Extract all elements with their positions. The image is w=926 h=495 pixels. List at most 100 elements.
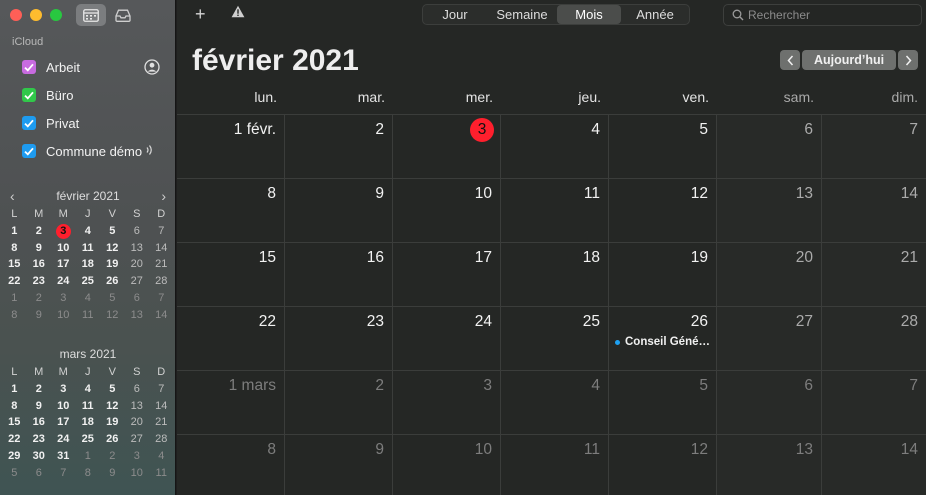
mini-day[interactable]: 2 bbox=[27, 381, 52, 398]
day-cell[interactable]: 14 bbox=[822, 179, 926, 243]
mini-day[interactable]: 11 bbox=[76, 398, 101, 415]
mini-day[interactable]: 23 bbox=[27, 431, 52, 448]
day-cell[interactable]: 18 bbox=[501, 243, 609, 307]
search-field[interactable] bbox=[723, 4, 922, 26]
view-tab[interactable]: Année bbox=[621, 5, 689, 24]
close-window-button[interactable] bbox=[10, 9, 22, 21]
mini-day[interactable]: 18 bbox=[76, 256, 101, 273]
mini-day[interactable]: 27 bbox=[125, 273, 150, 290]
mini-day[interactable]: 13 bbox=[125, 307, 150, 324]
mini-day[interactable]: 24 bbox=[51, 431, 76, 448]
mini-day[interactable]: 12 bbox=[100, 307, 125, 324]
day-cell[interactable]: 9 bbox=[285, 435, 393, 495]
mini-day[interactable]: 1 bbox=[2, 381, 27, 398]
mini-day[interactable]: 8 bbox=[2, 240, 27, 257]
mini-day[interactable]: 5 bbox=[100, 223, 125, 240]
mini-day[interactable]: 4 bbox=[76, 381, 101, 398]
mini-day[interactable]: 6 bbox=[125, 290, 150, 307]
day-cell[interactable]: 19 bbox=[609, 243, 717, 307]
mini-day[interactable]: 7 bbox=[149, 381, 174, 398]
mini-day[interactable]: 2 bbox=[100, 448, 125, 465]
mini-day[interactable]: 10 bbox=[51, 307, 76, 324]
mini-day[interactable]: 5 bbox=[100, 290, 125, 307]
mini-day[interactable]: 1 bbox=[76, 448, 101, 465]
mini-day[interactable]: 8 bbox=[2, 398, 27, 415]
mini-day[interactable]: 27 bbox=[125, 431, 150, 448]
mini-day[interactable]: 15 bbox=[2, 414, 27, 431]
mini-day[interactable]: 2 bbox=[27, 290, 52, 307]
mini-day[interactable]: 15 bbox=[2, 256, 27, 273]
view-tab[interactable]: Semaine bbox=[487, 5, 557, 24]
day-cell[interactable]: 7 bbox=[822, 371, 926, 435]
mini-day[interactable]: 20 bbox=[125, 256, 150, 273]
view-tab[interactable]: Mois bbox=[557, 5, 621, 24]
mini-day[interactable]: 3 bbox=[51, 381, 76, 398]
mini-day[interactable]: 4 bbox=[149, 448, 174, 465]
calendar-checkbox[interactable] bbox=[22, 88, 36, 102]
mini-day[interactable]: 28 bbox=[149, 273, 174, 290]
mini-day[interactable]: 9 bbox=[100, 465, 125, 482]
day-cell[interactable]: 9 bbox=[285, 179, 393, 243]
mini-day[interactable]: 16 bbox=[27, 414, 52, 431]
mini-day[interactable]: 3 bbox=[51, 223, 76, 240]
mini-day[interactable]: 13 bbox=[125, 240, 150, 257]
day-cell[interactable]: 20 bbox=[717, 243, 822, 307]
day-cell[interactable]: 17 bbox=[393, 243, 501, 307]
mini-day[interactable]: 13 bbox=[125, 398, 150, 415]
day-cell[interactable]: 6 bbox=[717, 115, 822, 179]
mini-day[interactable]: 10 bbox=[51, 398, 76, 415]
day-cell[interactable]: 23 bbox=[285, 307, 393, 371]
day-cell[interactable]: 4 bbox=[501, 371, 609, 435]
mini-day[interactable]: 17 bbox=[51, 256, 76, 273]
day-cell[interactable]: 27 bbox=[717, 307, 822, 371]
mini-day[interactable]: 22 bbox=[2, 431, 27, 448]
day-cell[interactable]: 26 Conseil Géné… bbox=[609, 307, 717, 371]
day-cell[interactable]: 14 bbox=[822, 435, 926, 495]
maximize-window-button[interactable] bbox=[50, 9, 62, 21]
mini-day[interactable]: 9 bbox=[27, 398, 52, 415]
mini-day[interactable]: 16 bbox=[27, 256, 52, 273]
day-cell[interactable]: 13 bbox=[717, 435, 822, 495]
person-circle-icon[interactable] bbox=[144, 59, 160, 78]
mini-day[interactable]: 6 bbox=[125, 223, 150, 240]
mini-day[interactable]: 19 bbox=[100, 256, 125, 273]
day-cell[interactable]: 12 bbox=[609, 435, 717, 495]
day-cell[interactable]: 16 bbox=[285, 243, 393, 307]
mini-day[interactable]: 3 bbox=[51, 290, 76, 307]
mini-day[interactable]: 18 bbox=[76, 414, 101, 431]
mini-day[interactable]: 11 bbox=[149, 465, 174, 482]
calendar-list-toggle-button[interactable] bbox=[76, 4, 106, 26]
calendar-item[interactable]: Commune démo bbox=[22, 141, 168, 161]
mini-prev-month-chevron-icon[interactable]: ‹ bbox=[10, 186, 15, 206]
day-cell[interactable]: 28 bbox=[822, 307, 926, 371]
mini-day[interactable]: 5 bbox=[2, 465, 27, 482]
day-cell[interactable]: 6 bbox=[717, 371, 822, 435]
mini-day[interactable]: 21 bbox=[149, 256, 174, 273]
mini-day[interactable]: 3 bbox=[125, 448, 150, 465]
view-tab[interactable]: Jour bbox=[423, 5, 487, 24]
mini-day[interactable]: 19 bbox=[100, 414, 125, 431]
mini-day[interactable]: 1 bbox=[2, 290, 27, 307]
next-month-button[interactable] bbox=[898, 50, 918, 70]
day-cell[interactable]: 10 bbox=[393, 179, 501, 243]
mini-day[interactable]: 8 bbox=[76, 465, 101, 482]
day-cell[interactable]: 4 bbox=[501, 115, 609, 179]
day-cell[interactable]: 12 bbox=[609, 179, 717, 243]
mini-day[interactable]: 4 bbox=[76, 223, 101, 240]
mini-day[interactable]: 14 bbox=[149, 398, 174, 415]
mini-day[interactable]: 25 bbox=[76, 431, 101, 448]
mini-day[interactable]: 7 bbox=[51, 465, 76, 482]
calendar-item[interactable]: Arbeit bbox=[22, 57, 168, 77]
calendar-checkbox[interactable] bbox=[22, 144, 36, 158]
mini-day[interactable]: 8 bbox=[2, 307, 27, 324]
day-cell[interactable]: 24 bbox=[393, 307, 501, 371]
event-item[interactable]: Conseil Géné… bbox=[615, 336, 710, 348]
calendar-item[interactable]: Privat bbox=[22, 113, 168, 133]
day-cell[interactable]: 25 bbox=[501, 307, 609, 371]
calendar-checkbox[interactable] bbox=[22, 60, 36, 74]
mini-day[interactable]: 7 bbox=[149, 290, 174, 307]
mini-day[interactable]: 25 bbox=[76, 273, 101, 290]
mini-day[interactable]: 2 bbox=[27, 223, 52, 240]
day-cell[interactable]: 5 bbox=[609, 115, 717, 179]
day-cell[interactable]: 10 bbox=[393, 435, 501, 495]
